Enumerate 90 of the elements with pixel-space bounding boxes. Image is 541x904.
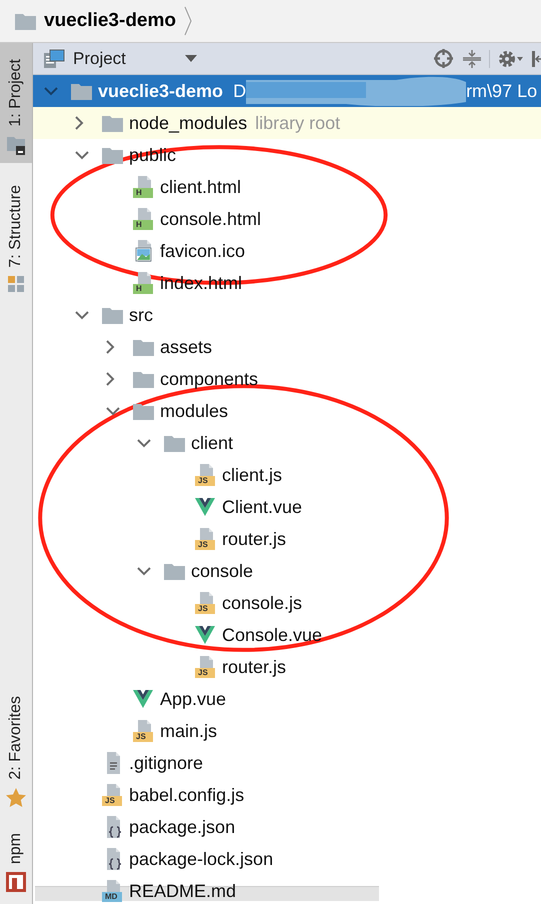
- folder-icon: [164, 434, 185, 452]
- tree-row[interactable]: .gitignore: [33, 747, 541, 779]
- horizontal-scrollbar[interactable]: [35, 886, 379, 901]
- hide-panel-icon[interactable]: [532, 48, 541, 68]
- tree-row[interactable]: package.json: [33, 811, 541, 843]
- chevron-down-icon[interactable]: [74, 150, 90, 160]
- tree-row[interactable]: App.vue: [33, 683, 541, 715]
- file-name: vueclie3-demo: [98, 80, 224, 102]
- tree-row[interactable]: JS babel.config.js: [33, 779, 541, 811]
- folder-icon: [102, 146, 123, 164]
- file-name: Console.vue: [222, 624, 322, 646]
- file-name: .gitignore: [129, 752, 204, 775]
- panel-title: Project: [73, 48, 127, 70]
- tree-row[interactable]: package-lock.json: [33, 843, 541, 875]
- library-label: library root: [255, 112, 340, 135]
- file-name: console: [191, 560, 254, 582]
- path-text: D: [233, 80, 246, 102]
- tree-row[interactable]: JS router.js: [33, 523, 541, 555]
- locate-icon[interactable]: [434, 49, 453, 68]
- file-name: Client.vue: [222, 496, 302, 518]
- tree-row[interactable]: components: [33, 363, 541, 395]
- file-name: console.html: [160, 208, 262, 230]
- file-name: client: [191, 432, 234, 454]
- tree-row[interactable]: JS client.js: [33, 459, 541, 491]
- folder-icon: [133, 338, 154, 356]
- tool-window-tab[interactable]: 7: Structure: [0, 180, 32, 294]
- chevron-down-icon[interactable]: [74, 310, 90, 320]
- tree-row[interactable]: Client.vue: [33, 491, 541, 523]
- tree-row[interactable]: H console.html: [33, 203, 541, 235]
- tree-row[interactable]: favicon.ico: [33, 235, 541, 267]
- tree-row[interactable]: node_modules library root: [33, 107, 541, 139]
- project-view-icon: [43, 48, 65, 68]
- file-name: favicon.ico: [160, 240, 246, 262]
- collapse-all-icon[interactable]: [463, 50, 490, 68]
- file-name: babel.config.js: [129, 784, 244, 807]
- tool-window-tab[interactable]: 2: Favorites: [0, 692, 32, 807]
- file-name: modules: [160, 400, 228, 422]
- tree-row[interactable]: Console.vue: [33, 619, 541, 651]
- vue-logo-icon: [133, 690, 153, 708]
- file-name: router.js: [222, 656, 286, 679]
- folder-icon: [102, 306, 123, 324]
- vue-logo-icon: [195, 626, 215, 644]
- file-name: src: [129, 304, 153, 326]
- chevron-down-icon[interactable]: [136, 438, 152, 448]
- file-name: package-lock.json: [129, 848, 274, 871]
- tree-row[interactable]: H client.html: [33, 171, 541, 203]
- tree-row[interactable]: JS router.js: [33, 651, 541, 683]
- file-name: main.js: [160, 720, 218, 743]
- star-icon: [6, 788, 26, 807]
- file-name: components: [160, 368, 258, 391]
- tree-row[interactable]: modules: [33, 395, 541, 427]
- file-name: App.vue: [160, 688, 226, 711]
- chevron-icon: [184, 6, 192, 36]
- tree-row[interactable]: MD README.md: [33, 875, 541, 904]
- tool-window-tab[interactable]: 1: Project: [0, 43, 32, 163]
- tool-window-tab[interactable]: npm: [0, 828, 32, 892]
- folder-icon: [102, 114, 123, 132]
- folder-icon: [71, 82, 92, 100]
- vue-logo-icon: [195, 498, 215, 516]
- file-name: package.json: [129, 816, 236, 839]
- breadcrumb-item[interactable]: vueclie3-demo: [44, 6, 176, 36]
- file-name: router.js: [222, 528, 286, 551]
- tree-row[interactable]: vueclie3-demo D rm\97 Lo: [33, 75, 541, 107]
- file-name: client.html: [160, 176, 242, 198]
- file-name: assets: [160, 336, 212, 358]
- folder-icon: [15, 12, 36, 30]
- chevron-right-icon[interactable]: [74, 115, 84, 131]
- tree-row[interactable]: client: [33, 427, 541, 459]
- chevron-down-icon[interactable]: [136, 566, 152, 576]
- tree-row[interactable]: console: [33, 555, 541, 587]
- file-name: console.js: [222, 592, 302, 615]
- tree-row[interactable]: assets: [33, 331, 541, 363]
- folder-icon: [133, 402, 154, 420]
- chevron-right-icon[interactable]: [105, 339, 115, 355]
- file-name: node_modules: [129, 112, 248, 134]
- structure-icon: [7, 275, 25, 294]
- chevron-down-icon[interactable]: [105, 406, 121, 416]
- tree-row[interactable]: JS main.js: [33, 715, 541, 747]
- tree-row[interactable]: JS console.js: [33, 587, 541, 619]
- npm-icon: [6, 872, 26, 892]
- folder-icon: [6, 134, 26, 155]
- settings-icon[interactable]: [498, 48, 524, 68]
- file-name: client.js: [222, 464, 282, 487]
- chevron-right-icon[interactable]: [105, 371, 115, 387]
- folder-icon: [133, 370, 154, 388]
- path-text: rm\97 Lo: [466, 80, 538, 102]
- tree-row[interactable]: src: [33, 299, 541, 331]
- file-name: README.md: [129, 880, 236, 902]
- dropdown-arrow-icon[interactable]: [185, 55, 197, 62]
- folder-icon: [164, 562, 185, 580]
